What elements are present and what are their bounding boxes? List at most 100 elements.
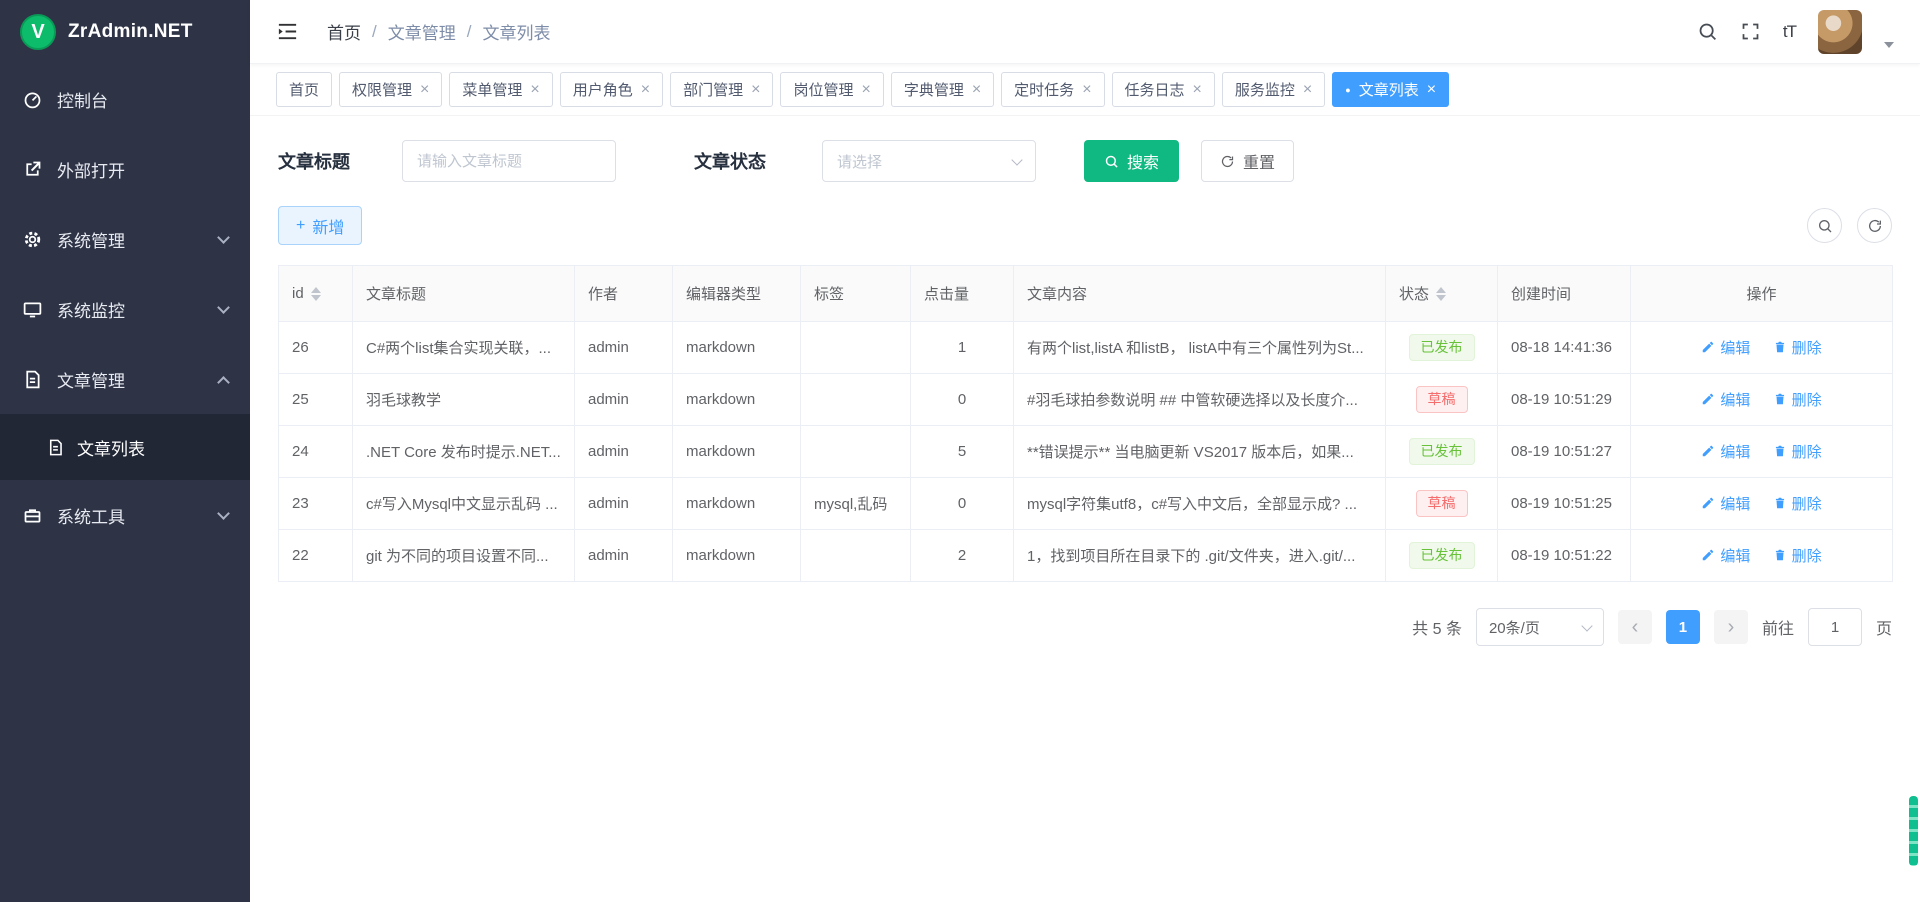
prev-page-button[interactable]: ‹ — [1618, 610, 1652, 644]
pencil-icon — [1701, 340, 1715, 354]
delete-label: 删除 — [1792, 545, 1822, 566]
close-icon[interactable]: × — [641, 82, 650, 98]
user-avatar[interactable] — [1818, 10, 1862, 54]
tab-dictionary[interactable]: 字典管理× — [891, 72, 994, 107]
page-size-select[interactable]: 20条/页 — [1476, 608, 1604, 646]
close-icon[interactable]: × — [1193, 82, 1202, 98]
add-button[interactable]: + 新增 — [278, 206, 362, 245]
breadcrumb-separator: / — [467, 22, 472, 42]
cell-clicks: 2 — [911, 530, 1014, 582]
close-icon[interactable]: × — [751, 82, 760, 98]
sidebar-item-label: 系统管理 — [57, 227, 125, 252]
delete-button[interactable]: 删除 — [1773, 337, 1822, 358]
pagination-total: 共 5 条 — [1412, 615, 1462, 639]
cell-author: admin — [575, 478, 673, 530]
table-row: 24 .NET Core 发布时提示.NET... admin markdown… — [279, 426, 1893, 478]
edit-button[interactable]: 编辑 — [1701, 389, 1750, 410]
sidebar-item-system-management[interactable]: 系统管理 — [0, 204, 250, 274]
reset-button[interactable]: 重置 — [1201, 140, 1294, 182]
col-header-tags: 标签 — [801, 266, 911, 322]
delete-button[interactable]: 删除 — [1773, 389, 1822, 410]
tab-home[interactable]: 首页 — [276, 72, 332, 107]
status-badge: 草稿 — [1416, 386, 1468, 413]
cell-editor: markdown — [673, 322, 801, 374]
tab-user-role[interactable]: 用户角色× — [560, 72, 663, 107]
close-icon[interactable]: × — [861, 82, 870, 98]
col-label: id — [292, 285, 304, 302]
article-table: id 文章标题 作者 编辑器类型 标签 点击量 文章内容 状态 创建时间 操作 — [278, 265, 1893, 582]
edit-label: 编辑 — [1720, 545, 1750, 566]
cell-status: 草稿 — [1386, 478, 1498, 530]
external-link-icon — [22, 159, 43, 180]
close-icon[interactable]: × — [530, 82, 539, 98]
edit-button[interactable]: 编辑 — [1701, 337, 1750, 358]
delete-button[interactable]: 删除 — [1773, 441, 1822, 462]
edit-label: 编辑 — [1720, 493, 1750, 514]
chevron-down-icon — [1581, 620, 1592, 631]
delete-button[interactable]: 删除 — [1773, 545, 1822, 566]
gear-icon — [22, 229, 43, 250]
tab-label: 文章列表 — [1359, 79, 1419, 100]
tab-scheduled-task[interactable]: 定时任务× — [1001, 72, 1104, 107]
sidebar-item-system-monitor[interactable]: 系统监控 — [0, 274, 250, 344]
sidebar-item-label: 系统监控 — [57, 297, 125, 322]
edit-button[interactable]: 编辑 — [1701, 441, 1750, 462]
tab-label: 首页 — [289, 79, 319, 100]
article-title-input[interactable] — [402, 140, 616, 182]
breadcrumb-article-management[interactable]: 文章管理 — [388, 19, 456, 44]
page-number-button[interactable]: 1 — [1666, 610, 1700, 644]
sort-control[interactable] — [1436, 287, 1446, 301]
close-icon[interactable]: × — [1082, 82, 1091, 98]
cell-created: 08-19 10:51:25 — [1498, 478, 1631, 530]
sort-control[interactable] — [311, 287, 321, 301]
app-layout: V ZrAdmin.NET 控制台 外部打开 系统管理 系统监控 文章管理 — [0, 0, 1920, 902]
goto-page-input[interactable] — [1808, 608, 1862, 646]
tab-permission[interactable]: 权限管理× — [339, 72, 442, 107]
refresh-table-button[interactable] — [1857, 208, 1892, 243]
edit-button[interactable]: 编辑 — [1701, 545, 1750, 566]
fullscreen-icon[interactable] — [1740, 21, 1761, 42]
search-icon — [1104, 154, 1119, 169]
table-header-row: id 文章标题 作者 编辑器类型 标签 点击量 文章内容 状态 创建时间 操作 — [279, 266, 1893, 322]
close-icon[interactable]: × — [972, 82, 981, 98]
tab-department[interactable]: 部门管理× — [670, 72, 773, 107]
sidebar-item-article-management[interactable]: 文章管理 — [0, 344, 250, 414]
breadcrumb-article-list[interactable]: 文章列表 — [482, 19, 550, 44]
col-header-author: 作者 — [575, 266, 673, 322]
user-menu-caret-icon[interactable] — [1884, 42, 1894, 48]
edit-button[interactable]: 编辑 — [1701, 493, 1750, 514]
tab-task-log[interactable]: 任务日志× — [1112, 72, 1215, 107]
cell-tags — [801, 322, 911, 374]
font-size-icon[interactable]: tT — [1783, 22, 1796, 42]
tab-article-list[interactable]: ●文章列表× — [1332, 72, 1449, 107]
sidebar-item-external-open[interactable]: 外部打开 — [0, 134, 250, 204]
status-badge: 草稿 — [1416, 490, 1468, 517]
pagination: 共 5 条 20条/页 ‹ 1 › 前往 页 — [278, 608, 1892, 646]
tab-menu[interactable]: 菜单管理× — [449, 72, 552, 107]
app-logo[interactable]: V ZrAdmin.NET — [0, 0, 250, 64]
next-page-button[interactable]: › — [1714, 610, 1748, 644]
search-button[interactable]: 搜索 — [1084, 140, 1179, 182]
sidebar-item-dashboard[interactable]: 控制台 — [0, 64, 250, 134]
close-icon[interactable]: × — [420, 82, 429, 98]
article-status-select[interactable]: 请选择 — [822, 140, 1036, 182]
close-icon[interactable]: × — [1427, 82, 1436, 98]
toggle-search-button[interactable] — [1807, 208, 1842, 243]
table-toolbar: + 新增 — [278, 206, 1892, 245]
sidebar-item-article-list[interactable]: 文章列表 — [0, 414, 250, 480]
cell-clicks: 0 — [911, 478, 1014, 530]
scroll-indicator[interactable] — [1909, 796, 1918, 866]
search-icon[interactable] — [1697, 21, 1718, 42]
goto-label: 前往 — [1762, 615, 1794, 639]
tab-service-monitor[interactable]: 服务监控× — [1222, 72, 1325, 107]
filter-form: 文章标题 文章状态 请选择 搜索 重置 — [278, 140, 1892, 182]
close-icon[interactable]: × — [1303, 82, 1312, 98]
sidebar-item-system-tools[interactable]: 系统工具 — [0, 480, 250, 550]
breadcrumb-home[interactable]: 首页 — [327, 19, 361, 44]
delete-button[interactable]: 删除 — [1773, 493, 1822, 514]
table-row: 26 C#两个list集合实现关联，... admin markdown 1 有… — [279, 322, 1893, 374]
tab-post[interactable]: 岗位管理× — [780, 72, 883, 107]
pencil-icon — [1701, 392, 1715, 406]
trash-icon — [1773, 496, 1787, 510]
sidebar-collapse-icon[interactable] — [276, 20, 299, 43]
